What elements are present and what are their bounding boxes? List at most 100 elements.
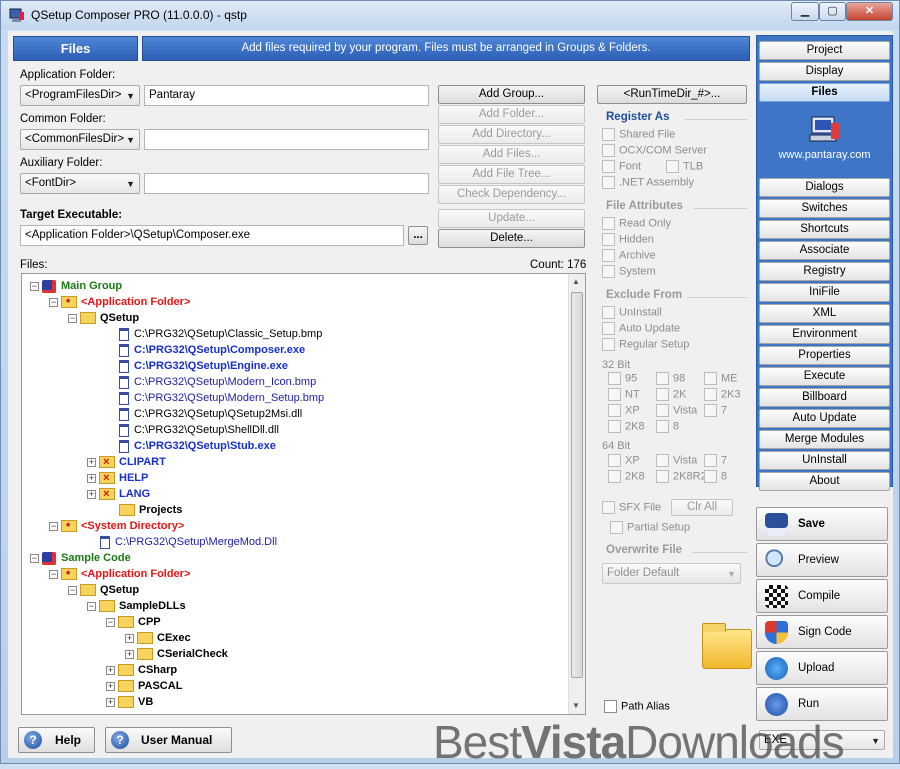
bit32-checkbox[interactable]: NT bbox=[608, 388, 640, 401]
app-folder-combo[interactable]: <ProgramFilesDir> ▼ bbox=[20, 85, 140, 106]
expand-icon[interactable]: + bbox=[106, 681, 115, 691]
collapse-icon[interactable]: − bbox=[49, 297, 58, 307]
tlb-checkbox[interactable]: TLB bbox=[666, 160, 703, 173]
minimize-button[interactable]: ▁ bbox=[791, 2, 819, 21]
close-button[interactable]: ✕ bbox=[846, 2, 893, 21]
tree-row[interactable]: − <Application Folder> bbox=[49, 294, 190, 311]
expand-icon[interactable]: + bbox=[87, 457, 96, 467]
add-group-button[interactable]: Add Group... bbox=[438, 85, 585, 104]
shared-file-checkbox[interactable]: Shared File bbox=[602, 128, 675, 141]
nav-item-merge-modules[interactable]: Merge Modules bbox=[759, 430, 890, 449]
net-assembly-checkbox[interactable]: .NET Assembly bbox=[602, 176, 694, 189]
tree-row[interactable]: − <System Directory> bbox=[49, 518, 184, 535]
archive-checkbox[interactable]: Archive bbox=[602, 249, 656, 262]
nav-item-properties[interactable]: Properties bbox=[759, 346, 890, 365]
bit32-checkbox[interactable]: XP bbox=[608, 404, 640, 417]
collapse-icon[interactable]: − bbox=[106, 617, 115, 627]
tree-row[interactable]: C:\PRG32\QSetup\ShellDll.dll bbox=[106, 422, 279, 438]
collapse-icon[interactable]: − bbox=[68, 313, 77, 323]
read-only-checkbox[interactable]: Read Only bbox=[602, 217, 671, 230]
bit64-checkbox[interactable]: 2K8R2 bbox=[656, 470, 707, 483]
partial-setup-checkbox[interactable]: Partial Setup bbox=[610, 521, 690, 534]
tree-row[interactable]: C:\PRG32\QSetup\Stub.exe bbox=[106, 438, 276, 454]
tree-row[interactable]: C:\PRG32\QSetup\QSetup2Msi.dll bbox=[106, 406, 302, 422]
scroll-thumb[interactable] bbox=[571, 292, 583, 678]
tree-row[interactable]: − QSetup bbox=[68, 310, 139, 326]
collapse-icon[interactable]: − bbox=[30, 553, 39, 563]
tree-row[interactable]: C:\PRG32\QSetup\Modern_Setup.bmp bbox=[106, 390, 324, 406]
tree-row[interactable]: + PASCAL bbox=[106, 678, 182, 694]
update-button[interactable]: Update... bbox=[438, 209, 585, 228]
tree-row[interactable]: − CPP bbox=[106, 614, 161, 630]
nav-item-execute[interactable]: Execute bbox=[759, 367, 890, 386]
tree-row[interactable]: − Sample Code bbox=[30, 550, 131, 566]
nav-item-auto-update[interactable]: Auto Update bbox=[759, 409, 890, 428]
help-button[interactable]: ? Help bbox=[18, 727, 95, 753]
tree-row[interactable]: + HELP bbox=[87, 470, 148, 486]
bit64-checkbox[interactable]: 7 bbox=[704, 454, 727, 467]
tree-row[interactable]: Projects bbox=[106, 502, 182, 518]
add-folder-button[interactable]: Add Folder... bbox=[438, 105, 585, 124]
tree-row[interactable]: C:\PRG32\QSetup\Classic_Setup.bmp bbox=[106, 326, 322, 342]
bit32-checkbox[interactable]: 8 bbox=[656, 420, 679, 433]
app-folder-input[interactable]: Pantaray bbox=[144, 85, 429, 106]
bit64-checkbox[interactable]: 8 bbox=[704, 470, 727, 483]
add-files-button[interactable]: Add Files... bbox=[438, 145, 585, 164]
nav-item-about[interactable]: About bbox=[759, 472, 890, 491]
auto-update-checkbox[interactable]: Auto Update bbox=[602, 322, 680, 335]
collapse-icon[interactable]: − bbox=[49, 521, 58, 531]
tree-row[interactable]: + CSerialCheck bbox=[125, 646, 228, 662]
uninstall-checkbox[interactable]: UnInstall bbox=[602, 306, 662, 319]
nav-item-shortcuts[interactable]: Shortcuts bbox=[759, 220, 890, 239]
nav-item-billboard[interactable]: Billboard bbox=[759, 388, 890, 407]
font-checkbox[interactable]: Font bbox=[602, 160, 641, 173]
tree-row[interactable]: − QSetup bbox=[68, 582, 139, 598]
files-tree[interactable]: −Main Group−<Application Folder>−QSetupC… bbox=[21, 273, 586, 715]
target-executable-input[interactable]: <Application Folder>\QSetup\Composer.exe bbox=[20, 225, 404, 246]
bit32-checkbox[interactable]: 7 bbox=[704, 404, 727, 417]
preview-button[interactable]: Preview bbox=[756, 543, 888, 577]
nav-item-associate[interactable]: Associate bbox=[759, 241, 890, 260]
collapse-icon[interactable]: − bbox=[87, 601, 96, 611]
tree-row[interactable]: + CLIPART bbox=[87, 454, 166, 470]
collapse-icon[interactable]: − bbox=[49, 569, 58, 579]
bit64-checkbox[interactable]: XP bbox=[608, 454, 640, 467]
save-button[interactable]: Save bbox=[756, 507, 888, 541]
expand-icon[interactable]: + bbox=[125, 649, 134, 659]
aux-folder-combo[interactable]: <FontDir> ▼ bbox=[20, 173, 140, 194]
user-manual-button[interactable]: ? User Manual bbox=[105, 727, 232, 753]
scroll-up-icon[interactable]: ▲ bbox=[572, 277, 580, 286]
aux-folder-input[interactable] bbox=[144, 173, 429, 194]
upload-button[interactable]: Upload bbox=[756, 651, 888, 685]
nav-item-dialogs[interactable]: Dialogs bbox=[759, 178, 890, 197]
runtime-dir-button[interactable]: <RunTimeDir_#>... bbox=[597, 85, 747, 104]
expand-icon[interactable]: + bbox=[87, 473, 96, 483]
bit32-checkbox[interactable]: 2K bbox=[656, 388, 686, 401]
tree-row[interactable]: + LANG bbox=[87, 486, 150, 502]
bit64-checkbox[interactable]: 2K8 bbox=[608, 470, 645, 483]
bit32-checkbox[interactable]: ME bbox=[704, 372, 738, 385]
common-folder-input[interactable] bbox=[144, 129, 429, 150]
hidden-checkbox[interactable]: Hidden bbox=[602, 233, 654, 246]
tree-row[interactable]: − SampleDLLs bbox=[87, 598, 186, 614]
bit32-checkbox[interactable]: 2K8 bbox=[608, 420, 645, 433]
common-folder-combo[interactable]: <CommonFilesDir> ▼ bbox=[20, 129, 140, 150]
bit64-checkbox[interactable]: Vista bbox=[656, 454, 697, 467]
tree-row[interactable]: C:\PRG32\QSetup\Modern_Icon.bmp bbox=[106, 374, 316, 390]
nav-item-inifile[interactable]: IniFile bbox=[759, 283, 890, 302]
expand-icon[interactable]: + bbox=[106, 697, 115, 707]
bit32-checkbox[interactable]: 95 bbox=[608, 372, 637, 385]
tree-row[interactable]: − Main Group bbox=[30, 278, 122, 294]
vertical-scrollbar[interactable]: ▲ ▼ bbox=[568, 274, 585, 714]
tree-row[interactable]: + CSharp bbox=[106, 662, 177, 678]
nav-item-files[interactable]: Files bbox=[759, 83, 890, 102]
collapse-icon[interactable]: − bbox=[30, 281, 39, 291]
clr-all-button[interactable]: Clr All bbox=[671, 499, 733, 516]
browse-button[interactable]: ... bbox=[408, 226, 428, 245]
bit32-checkbox[interactable]: 2K3 bbox=[704, 388, 741, 401]
tree-row[interactable]: C:\PRG32\QSetup\Composer.exe bbox=[106, 342, 305, 358]
maximize-button[interactable]: ▢ bbox=[819, 2, 846, 21]
tree-row[interactable]: C:\PRG32\QSetup\MergeMod.Dll bbox=[87, 534, 277, 550]
bit32-checkbox[interactable]: Vista bbox=[656, 404, 697, 417]
nav-item-display[interactable]: Display bbox=[759, 62, 890, 81]
